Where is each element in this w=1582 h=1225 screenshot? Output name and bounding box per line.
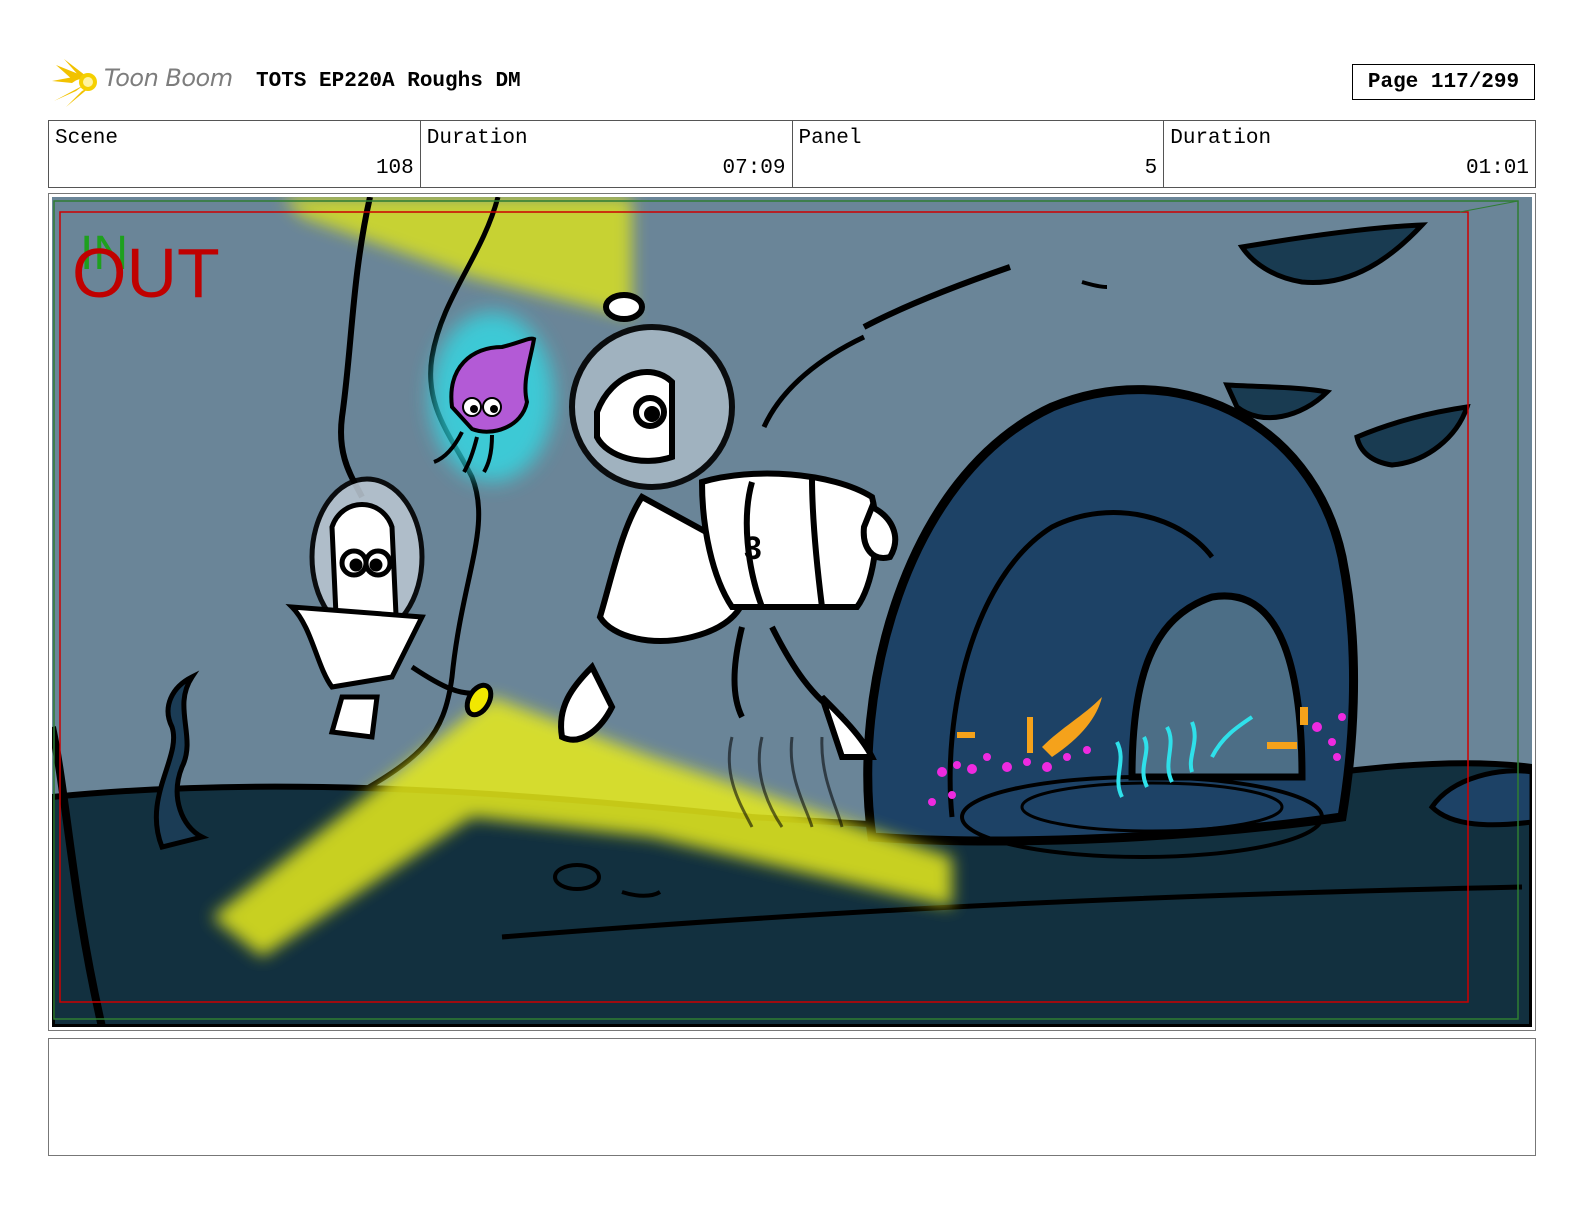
glowing-squid <box>430 312 554 482</box>
document-title: TOTS EP220A Roughs DM <box>256 70 521 93</box>
panel-notes-box <box>48 1038 1536 1156</box>
panel-info-table: Scene 108 Duration 07:09 Panel 5 Duratio… <box>48 120 1536 188</box>
storyboard-panel-image: 3 IN OUT <box>52 197 1532 1027</box>
panel-duration-cell: Duration 01:01 <box>1164 121 1535 187</box>
scene-value: 108 <box>375 157 414 180</box>
logo-text: Toon Boom <box>104 64 233 92</box>
panel-value: 5 <box>1144 157 1158 180</box>
panel-label: Panel <box>798 127 862 150</box>
scene-duration-cell: Duration 07:09 <box>421 121 793 187</box>
scene-label: Scene <box>55 127 119 150</box>
scene-duration-label: Duration <box>426 127 528 150</box>
panel-duration-label: Duration <box>1170 127 1272 150</box>
svg-text:3: 3 <box>744 530 762 566</box>
panel-duration-value: 01:01 <box>1465 157 1529 180</box>
page-number: Page 117/299 <box>1352 64 1535 100</box>
scene-duration-value: 07:09 <box>722 157 786 180</box>
scene-cell: Scene 108 <box>49 121 421 187</box>
panel-cell: Panel 5 <box>793 121 1165 187</box>
out-marker: OUT <box>72 234 220 312</box>
